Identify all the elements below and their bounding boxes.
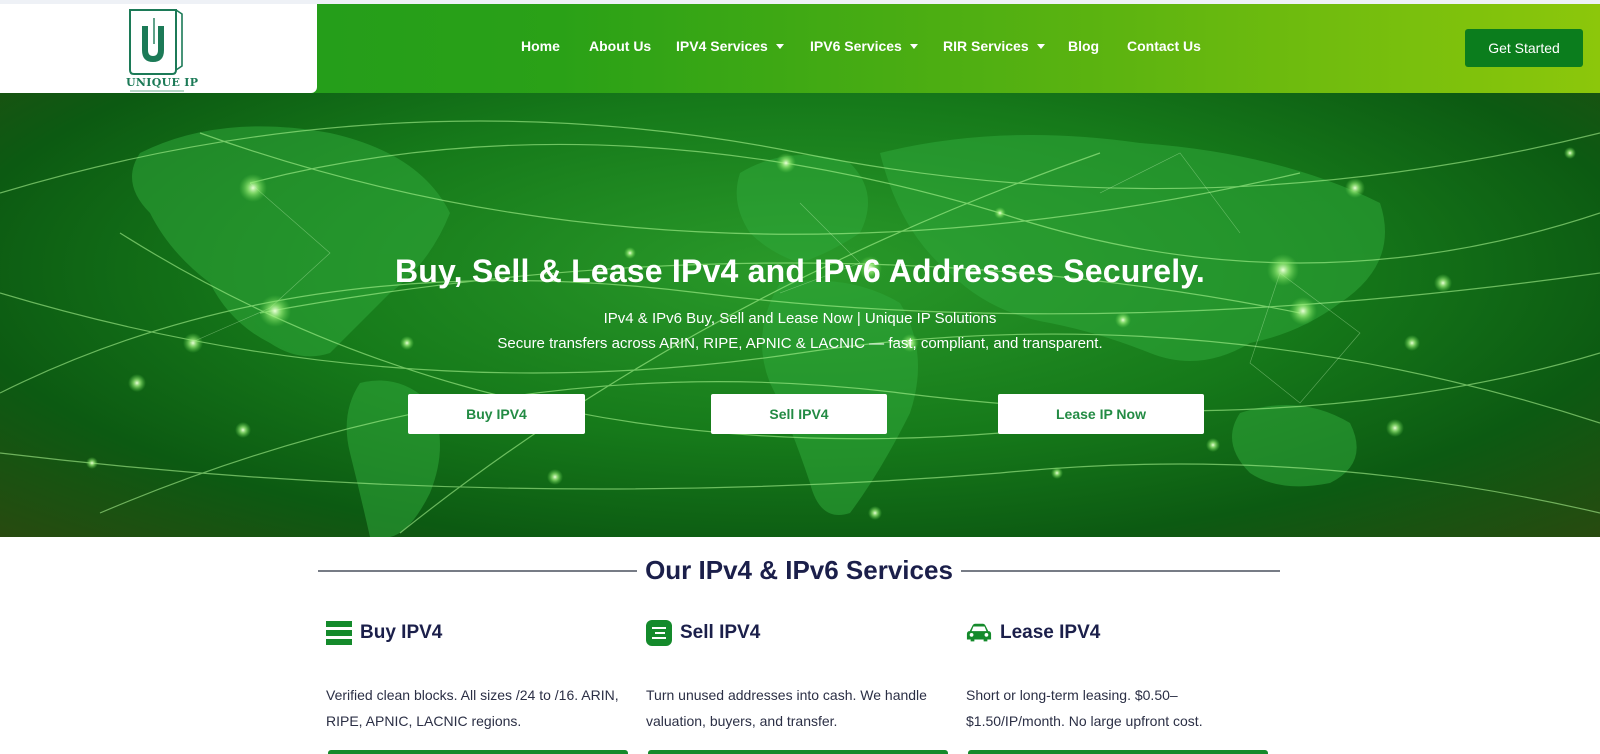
u-cup-logo-icon [129,9,183,75]
service-description: Short or long-term leasing. $0.50–$1.50/… [966,687,1203,729]
service-name: Buy IPV4 [360,622,443,643]
service-card-buy-button-edge[interactable] [328,750,628,754]
get-started-button[interactable]: Get Started [1465,29,1583,67]
service-name: Lease IPV4 [1000,622,1101,643]
logo[interactable]: UNIQUE IP [0,4,317,93]
service-description: Verified clean blocks. All sizes /24 to … [326,687,619,729]
car-icon [966,620,992,646]
service-description: Turn unused addresses into cash. We hand… [646,687,927,729]
nav-blog[interactable]: Blog [1068,38,1099,54]
chevron-down-icon [1036,43,1045,49]
services-heading-row: Our IPv4 & IPv6 Services [318,555,1280,587]
lease-ip-now-button[interactable]: Lease IP Now [998,394,1204,434]
nav-rir-services[interactable]: RIR Services [943,38,1045,54]
hero-description: Secure transfers across ARIN, RIPE, APNI… [497,335,1103,352]
hero-subtitle: IPv4 & IPv6 Buy, Sell and Lease Now | Un… [603,310,997,327]
services-title: Our IPv4 & IPv6 Services [318,555,1280,586]
service-card-sell-button-edge[interactable] [648,750,948,754]
hero-section: Buy, Sell & Lease IPv4 and IPv6 Addresse… [0,93,1600,537]
service-name: Sell IPV4 [680,622,761,643]
service-card-lease: Lease IPV4 Short or long-term leasing. $… [966,618,1266,734]
chevron-down-icon [775,43,784,49]
nav-ipv4-services[interactable]: IPV4 Services [676,38,784,54]
service-card-lease-button-edge[interactable] [968,750,1268,754]
buy-ipv4-button[interactable]: Buy IPV4 [408,394,585,434]
service-card-sell: Sell IPV4 Turn unused addresses into cas… [646,618,946,734]
chevron-down-icon [909,43,918,49]
service-card-buy: Buy IPV4 Verified clean blocks. All size… [326,618,626,734]
hero-title: Buy, Sell & Lease IPv4 and IPv6 Addresse… [395,253,1205,289]
sell-ipv4-button[interactable]: Sell IPV4 [711,394,887,434]
nav-home[interactable]: Home [521,38,560,54]
nav-ipv6-services[interactable]: IPV6 Services [810,38,918,54]
nav-contact-us[interactable]: Contact Us [1127,38,1201,54]
brand-tagline-line [130,90,184,92]
brand-name: UNIQUE IP [126,76,199,89]
nav-about-us[interactable]: About Us [589,38,651,54]
stacked-bars-icon [326,620,352,646]
list-box-icon [646,620,672,646]
